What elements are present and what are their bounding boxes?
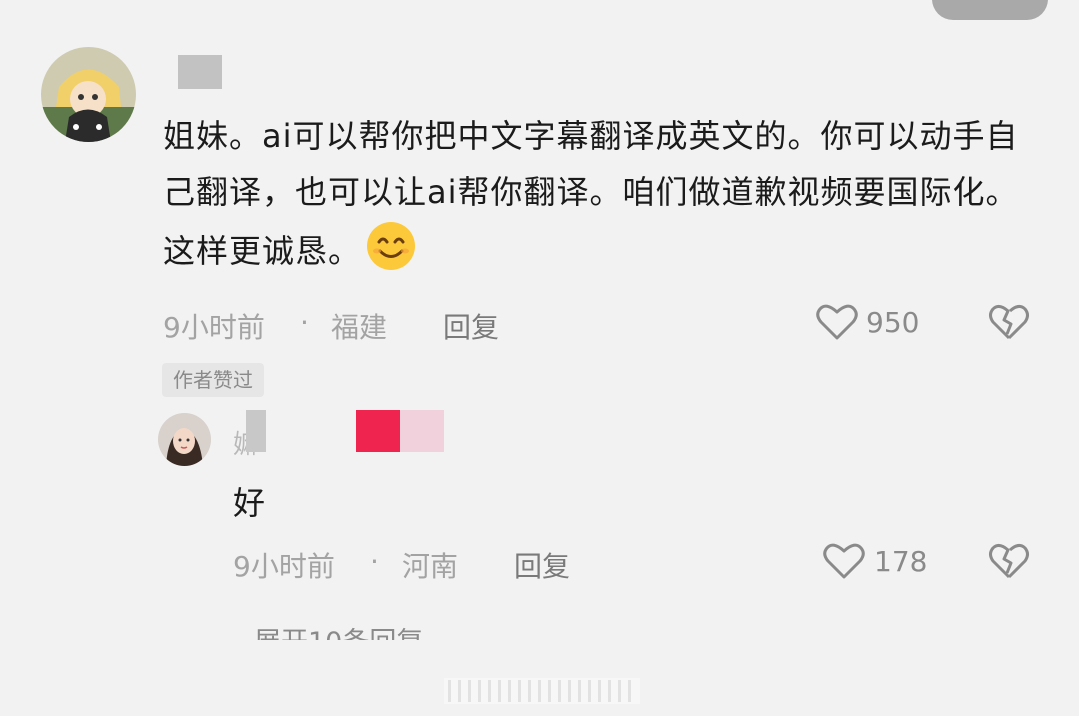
username-blurred: [178, 55, 222, 89]
smiling-face-emoji-icon: [365, 220, 417, 289]
dislike-broken-heart-icon[interactable]: [988, 541, 1030, 585]
heart-icon[interactable]: [815, 302, 859, 346]
dislike-broken-heart-icon[interactable]: [988, 302, 1030, 346]
reply-text: 好: [233, 484, 266, 522]
reply-tag-blurred: [356, 410, 400, 452]
comment-location: 福建: [331, 311, 388, 344]
meta-separator: ·: [300, 306, 309, 339]
comment-text: 姐妹。ai可以帮你把中文字幕翻译成英文的。你可以动手自己翻译，也可以让ai帮你翻…: [163, 108, 1043, 289]
reply-tag-blurred-light: [400, 410, 444, 452]
reply-location: 河南: [402, 550, 459, 583]
heart-icon[interactable]: [822, 541, 866, 585]
watermark-stripes: [444, 678, 640, 704]
reply-time: 9小时前: [233, 550, 335, 583]
meta-separator: ·: [370, 545, 379, 578]
like-count: 950: [866, 306, 920, 339]
replier-avatar[interactable]: [158, 413, 211, 466]
expand-replies-button[interactable]: 展开10条回复: [254, 620, 447, 642]
commenter-avatar[interactable]: [41, 47, 136, 142]
reply-button[interactable]: 回复: [514, 545, 570, 585]
reply-button[interactable]: 回复: [443, 306, 499, 346]
like-count: 178: [874, 545, 928, 578]
reply-username-blurred: [246, 410, 266, 452]
top-pill-button[interactable]: [932, 0, 1048, 20]
author-liked-badge: 作者赞过: [162, 363, 264, 397]
comment-time: 9小时前: [163, 311, 265, 344]
